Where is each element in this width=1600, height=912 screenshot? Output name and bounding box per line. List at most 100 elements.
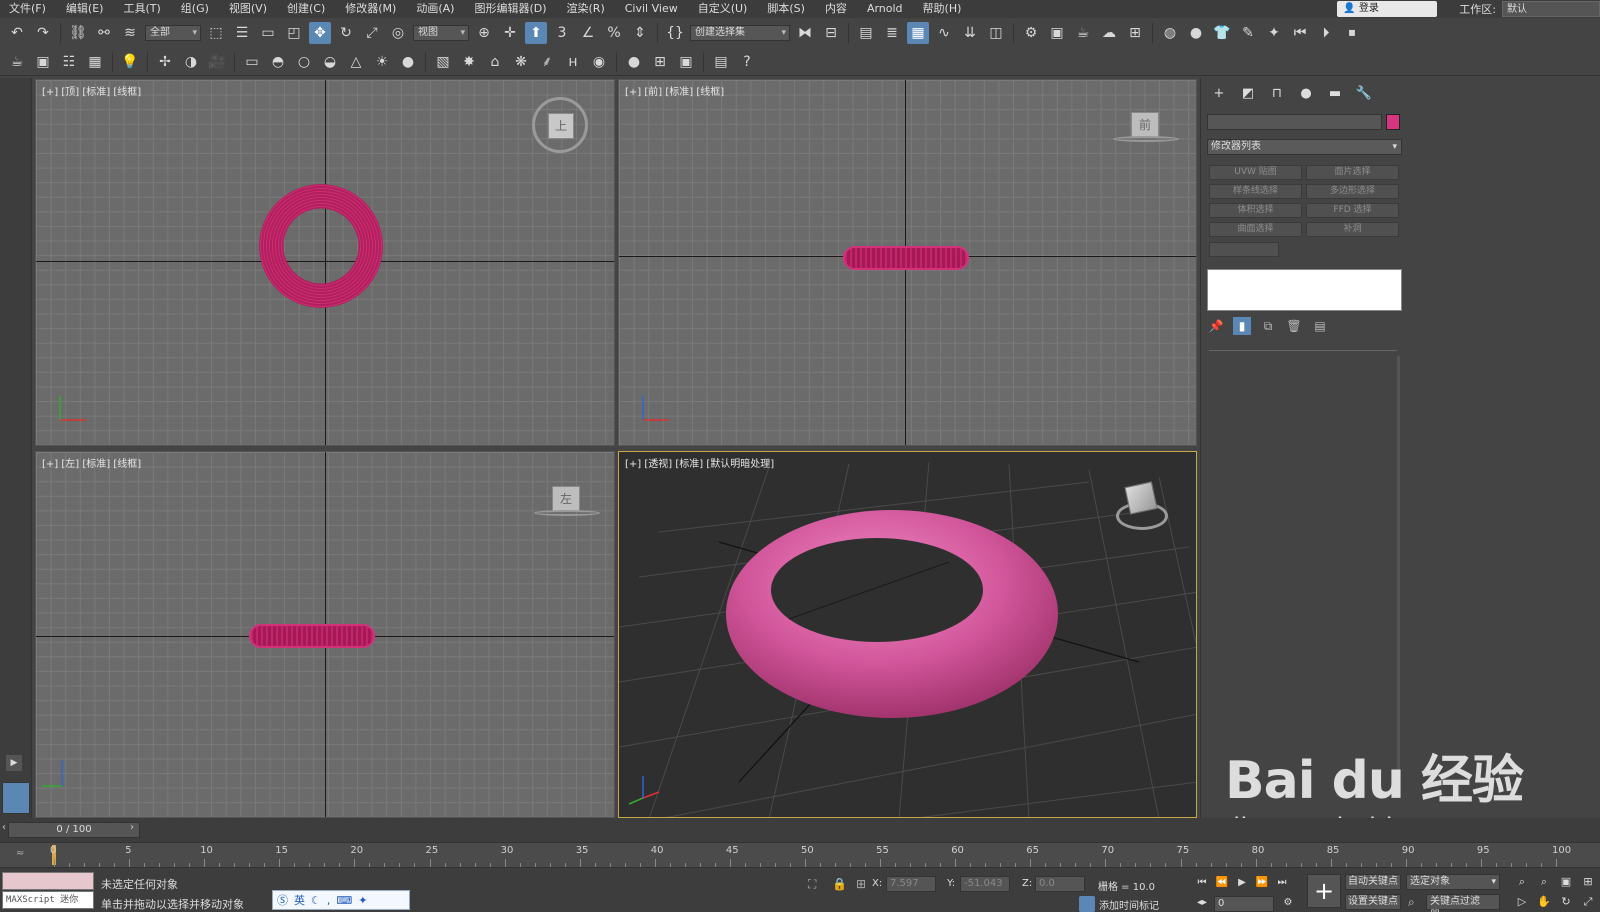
ime-logo-icon[interactable]: Ⓢ [277,892,288,908]
schematic-view-icon[interactable]: ⇊ [959,22,981,44]
photometric-icon[interactable]: ◒ [319,51,341,73]
torus-wireframe-top[interactable] [259,184,383,308]
layer-manager-icon[interactable]: ☷ [58,51,80,73]
zoom-extents-all-icon[interactable]: ⊞ [1580,874,1596,890]
ime-settings-icon[interactable]: ✦ [358,894,367,907]
viewport-perspective[interactable]: [+] [透视] [标准] [默认明暗处理] [618,451,1197,818]
undo-icon[interactable]: ↶ [6,22,28,44]
area-light-icon[interactable]: ▭ [241,51,263,73]
place-icon[interactable]: ◎ [387,22,409,44]
play-icon[interactable]: ▶ [1234,876,1250,890]
light-lister-icon[interactable]: 💡 [119,51,141,73]
configure-modifier-sets-icon[interactable]: ▤ [1311,317,1329,335]
object-name-field[interactable] [1207,114,1382,130]
modifier-button[interactable]: 曲面选择 [1209,222,1302,237]
ime-toolbar[interactable]: Ⓢ 英 ☾ , ⌨ ✦ [272,890,410,910]
menu-modifiers[interactable]: 修改器(M) [336,0,407,18]
menu-help[interactable]: 帮助(H) [914,0,973,18]
time-slider-prev-icon[interactable]: ‹ [2,822,6,833]
viewport-front[interactable]: [+] [前] [标准] [线框] 前 [618,79,1197,446]
render-in-cloud-icon[interactable]: ⊞ [1124,22,1146,44]
display-tab-icon[interactable]: ▬ [1325,84,1345,102]
menu-arnold[interactable]: Arnold [858,0,914,18]
command-panel-scrollbar[interactable] [1397,356,1400,796]
viewport-left-label[interactable]: [+] [左] [标准] [线框] [42,455,141,470]
alembic-icon[interactable]: ◉ [588,51,610,73]
physical-camera-icon[interactable]: ✢ [154,51,176,73]
modifier-stack[interactable] [1207,269,1402,311]
viewport-left[interactable]: [+] [左] [标准] [线框] 左 [35,451,615,818]
material-sphere-icon[interactable]: ● [623,51,645,73]
motion-tab-icon[interactable]: ● [1296,84,1316,102]
a360-gallery-icon[interactable]: ◍ [1159,22,1181,44]
render-iterative-icon[interactable]: ☁ [1098,22,1120,44]
redo-icon[interactable]: ↷ [32,22,54,44]
viewport-top[interactable]: [+] [顶] [标准] [线框] 上 [35,79,615,446]
scene-states-icon[interactable]: ▦ [84,51,106,73]
viewcube-front[interactable]: 前 [1131,112,1159,138]
menu-content[interactable]: 内容 [816,0,858,18]
select-object-icon[interactable]: ⬚ [205,22,227,44]
align-icon[interactable]: ⊟ [820,22,842,44]
arnold-light-icon[interactable]: ✎ [1237,22,1259,44]
pan-view-icon[interactable]: ✋ [1536,894,1552,910]
menu-group[interactable]: 组(G) [172,0,220,18]
menu-file[interactable]: 文件(F) [0,0,57,18]
menu-graph-editors[interactable]: 图形编辑器(D) [465,0,557,18]
menu-tools[interactable]: 工具(T) [114,0,171,18]
mirror-icon[interactable]: ⧓ [794,22,816,44]
zoom-extents-icon[interactable]: ▣ [1558,874,1574,890]
show-end-result-icon[interactable]: ▮ [1233,317,1251,335]
modifier-button[interactable]: UVW 贴图 [1209,165,1302,180]
key-filters-button[interactable]: 关键点过滤器... [1426,894,1500,912]
set-key-button[interactable]: 设置关键点 [1345,894,1401,910]
hair-fur-icon[interactable]: ʜ [562,51,584,73]
key-filter-icon[interactable]: ⌕ [1408,895,1415,910]
viewport-persp-label[interactable]: [+] [透视] [标准] [默认明暗处理] [625,455,774,470]
torus-wireframe-left[interactable] [249,624,375,648]
hierarchy-tab-icon[interactable]: ⊓ [1267,84,1287,102]
curve-editor-mini-icon[interactable]: ≈ [16,848,24,859]
arnold-render-icon[interactable]: ✦ [1263,22,1285,44]
scene-explorer-icon[interactable]: ▤ [855,22,877,44]
layer-explorer-icon[interactable]: ≣ [881,22,903,44]
toggle-ribbon-icon[interactable]: ▦ [907,22,929,44]
time-configuration-icon[interactable]: ⚙ [1280,896,1296,910]
time-slider[interactable]: 0 / 100 [8,822,140,838]
viewport-top-label[interactable]: [+] [顶] [标准] [线框] [42,83,141,98]
bind-space-warp-icon[interactable]: ≋ [119,22,141,44]
license-icon[interactable]: ▤ [710,51,732,73]
point-light-icon[interactable]: ○ [293,51,315,73]
modifier-button[interactable]: 体积选择 [1209,203,1302,218]
selection-lock-icon[interactable]: 🔒 [832,877,847,891]
procedural-icon[interactable]: ❋ [510,51,532,73]
go-to-end-icon[interactable]: ⏭ [1274,876,1290,890]
key-mode-toggle-icon[interactable]: ◂▸ [1194,896,1210,910]
sphere-icon[interactable]: ● [1185,22,1207,44]
previous-frame-icon[interactable]: ⏪ [1214,876,1230,890]
select-manipulate-icon[interactable]: ✛ [499,22,521,44]
select-by-name-icon[interactable]: ☰ [231,22,253,44]
modifier-button[interactable]: 多边形选择 [1306,184,1399,199]
reference-coordinate-dropdown[interactable]: 视图 [413,25,469,41]
operator-graph-icon[interactable]: ⊞ [649,51,671,73]
zoom-icon[interactable]: ⌕ [1514,874,1530,890]
link-icon[interactable]: ⛓ [67,22,89,44]
ime-language[interactable]: 英 [294,892,305,908]
select-and-rotate-icon[interactable]: ↻ [335,22,357,44]
help-icon[interactable]: ? [736,51,758,73]
skydome-icon[interactable]: ◓ [267,51,289,73]
menu-view[interactable]: 视图(V) [220,0,278,18]
cloth-icon[interactable]: 👕 [1211,22,1233,44]
modifier-button[interactable]: 面片选择 [1306,165,1399,180]
x-coordinate-field[interactable]: 7.597 [886,876,936,892]
selection-filter-dropdown[interactable]: 全部 [145,25,201,41]
modify-tab-icon[interactable]: ◩ [1238,84,1258,102]
field-of-view-icon[interactable]: ▷ [1514,894,1530,910]
add-time-tag-button[interactable]: 添加时间标记 [1079,896,1159,912]
rendered-frame-window-icon[interactable]: ▣ [1046,22,1068,44]
menu-create[interactable]: 创建(C) [278,0,336,18]
omni-light-icon[interactable]: ● [397,51,419,73]
modifier-button[interactable]: FFD 选择 [1306,203,1399,218]
expand-layouts-icon[interactable]: ▶ [6,755,22,771]
